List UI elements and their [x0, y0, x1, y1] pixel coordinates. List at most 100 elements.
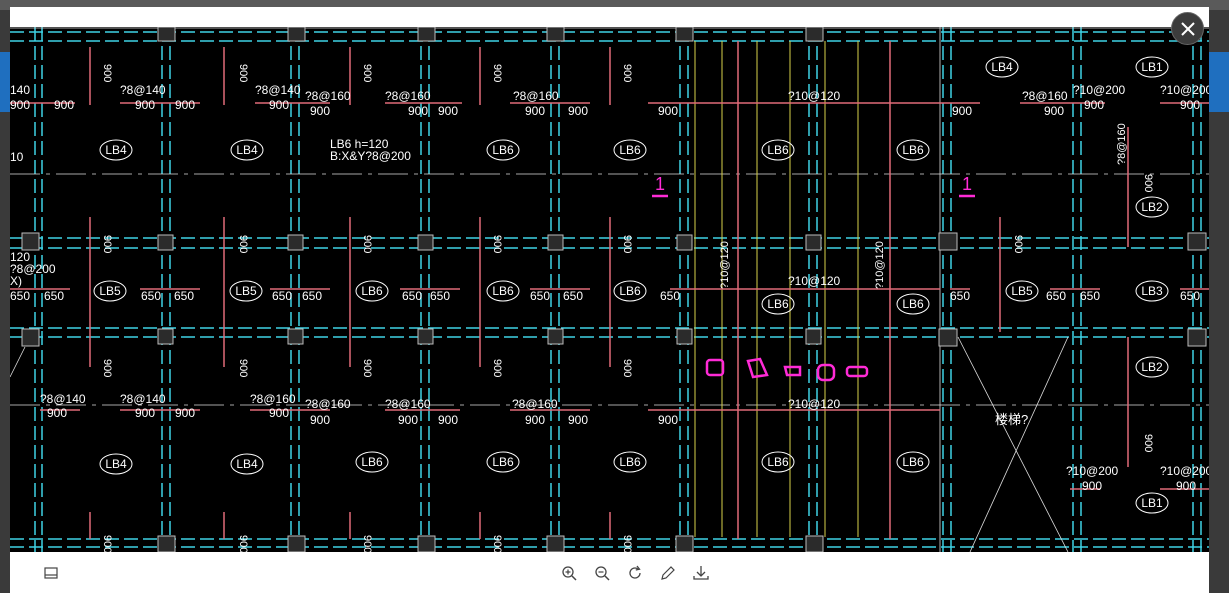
dimension-label: 900 — [1082, 479, 1102, 493]
slab-tag: LB5 — [1005, 280, 1039, 302]
dimension-label-vertical: 900 — [1012, 235, 1024, 253]
slab-tag: LB4 — [99, 139, 133, 161]
dimension-label-vertical: 900 — [1142, 174, 1154, 192]
dimension-label: 900 — [408, 104, 428, 118]
slab-tag-label: LB1 — [1141, 496, 1163, 510]
rebar-label: ?10@120 — [788, 89, 841, 103]
rebar-label: ?8@160 — [385, 89, 431, 103]
slab-tag-label: LB6 — [619, 455, 641, 469]
dimension-label-vertical: 900 — [1142, 434, 1154, 452]
dimension-label-vertical: 900 — [101, 535, 113, 552]
dimension-label: 900 — [310, 413, 330, 427]
dimension-label: 900 — [1084, 98, 1104, 112]
dimension-label: 650 — [272, 289, 292, 303]
dimension-label: 650 — [1180, 289, 1200, 303]
slab-tag: LB6 — [761, 293, 795, 315]
dimension-label-vertical: 900 — [237, 64, 249, 82]
slab-tag: LB6 — [486, 139, 520, 161]
dimension-label: 900 — [135, 406, 155, 420]
rebar-label: ?8@140 — [40, 392, 86, 406]
slab-tag: LB6 — [613, 280, 647, 302]
dimension-label-vertical: 900 — [361, 235, 373, 253]
close-button[interactable] — [1171, 12, 1204, 45]
dimension-label: 900 — [658, 413, 678, 427]
dimension-label-vertical: 900 — [361, 64, 373, 82]
dimension-label-vertical: 900 — [621, 359, 633, 377]
slab-tag: LB4 — [99, 453, 133, 475]
slab-tag-label: LB6 — [619, 284, 641, 298]
dimension-label: 650 — [44, 289, 64, 303]
rebar-label-vertical: ?10@120 — [719, 241, 731, 289]
slab-tag: LB4 — [230, 139, 264, 161]
dimension-label-vertical: 900 — [361, 535, 373, 552]
download-icon[interactable] — [692, 564, 710, 582]
dimension-label-vertical: 900 — [621, 64, 633, 82]
rebar-label: ?8@140 — [120, 392, 166, 406]
viewer-toolbar — [10, 552, 1209, 593]
pencil-icon[interactable] — [659, 564, 677, 582]
slab-tag: LB6 — [486, 451, 520, 473]
dimension-label: 650 — [141, 289, 161, 303]
slab-tag-label: LB1 — [1141, 60, 1163, 74]
background-accent-left — [0, 52, 10, 112]
slab-tag: LB6 — [896, 139, 930, 161]
zoom-in-icon[interactable] — [560, 564, 578, 582]
dimension-label: 900 — [568, 413, 588, 427]
stair-x — [10, 336, 1069, 552]
slab-tag-label: LB6 — [492, 284, 514, 298]
rebar-label: ?10@120 — [788, 274, 841, 288]
dimension-label-vertical: 900 — [491, 535, 503, 552]
stair-label: 楼梯? — [995, 412, 1028, 427]
slab-tag: LB1 — [1135, 492, 1169, 514]
slab-tag: LB4 — [230, 453, 264, 475]
slab-tag-label: LB4 — [236, 143, 258, 157]
rebar-label: ?10@120 — [788, 397, 841, 411]
dimension-label: 900 — [54, 98, 74, 112]
slab-tag: LB6 — [355, 280, 389, 302]
rebar-label: ?8@160 — [250, 392, 296, 406]
background-accent-right — [1209, 52, 1229, 112]
rebar-label-vertical: ?10@120 — [874, 241, 886, 289]
rebar-label: X) — [10, 274, 22, 288]
rebar-label: ?10@200 — [1160, 83, 1209, 97]
slab-tag: LB6 — [613, 451, 647, 473]
panel-icon[interactable] — [42, 564, 60, 582]
dimension-label-vertical: 900 — [491, 64, 503, 82]
dimension-label: 900 — [525, 104, 545, 118]
dimension-label: 650 — [302, 289, 322, 303]
dimension-label: 900 — [269, 406, 289, 420]
dimension-label: 900 — [135, 98, 155, 112]
dimension-label: 900 — [1044, 104, 1064, 118]
dimension-label: 900 — [1176, 479, 1196, 493]
dimension-label: 650 — [1046, 289, 1066, 303]
rebar-label: ?8@160 — [305, 397, 351, 411]
dimension-label: 650 — [1080, 289, 1100, 303]
rebar-label: ?10@200 — [1073, 83, 1126, 97]
dimension-label-vertical: 900 — [237, 359, 249, 377]
rebar-label: ?8@160 — [512, 397, 558, 411]
slab-tag: LB3 — [1135, 280, 1169, 302]
rebar-label: ?8@160 — [1022, 89, 1068, 103]
slab-tag-label: LB4 — [991, 60, 1013, 74]
slab-tag: LB6 — [761, 451, 795, 473]
slab-tag-label: LB4 — [105, 143, 127, 157]
dimension-label-vertical: 900 — [361, 359, 373, 377]
slab-tag-label: LB6 — [492, 143, 514, 157]
dimension-label: 650 — [530, 289, 550, 303]
rebar-label: ?8@140 — [120, 83, 166, 97]
cad-drawing-svg: LB4 LB4 LB6 LB6 LB6 LB6 LB4 LB1 LB5 LB5 LB6 LB6 LB6 L… — [10, 27, 1209, 552]
dimension-label: 650 — [950, 289, 970, 303]
rebar-label: 140 — [10, 83, 30, 97]
dimension-label: 900 — [10, 98, 30, 112]
dimension-label: 900 — [438, 413, 458, 427]
dimension-label-vertical: 900 — [621, 535, 633, 552]
dimension-label-vertical: 900 — [101, 235, 113, 253]
slab-tag-label: LB6 — [361, 455, 383, 469]
markup-annotations — [652, 194, 975, 382]
dimension-label: 900 — [310, 104, 330, 118]
zoom-out-icon[interactable] — [593, 564, 611, 582]
cad-drawing-image[interactable]: LB4 LB4 LB6 LB6 LB6 LB6 LB4 LB1 LB5 LB5 LB6 LB6 LB6 L… — [10, 27, 1209, 552]
dimension-labels: 900 900 900 900 900 900 900 900 900 900 900 900 900 9… — [10, 64, 1200, 552]
slab-tag: LB6 — [613, 139, 647, 161]
rotate-icon[interactable] — [626, 564, 644, 582]
